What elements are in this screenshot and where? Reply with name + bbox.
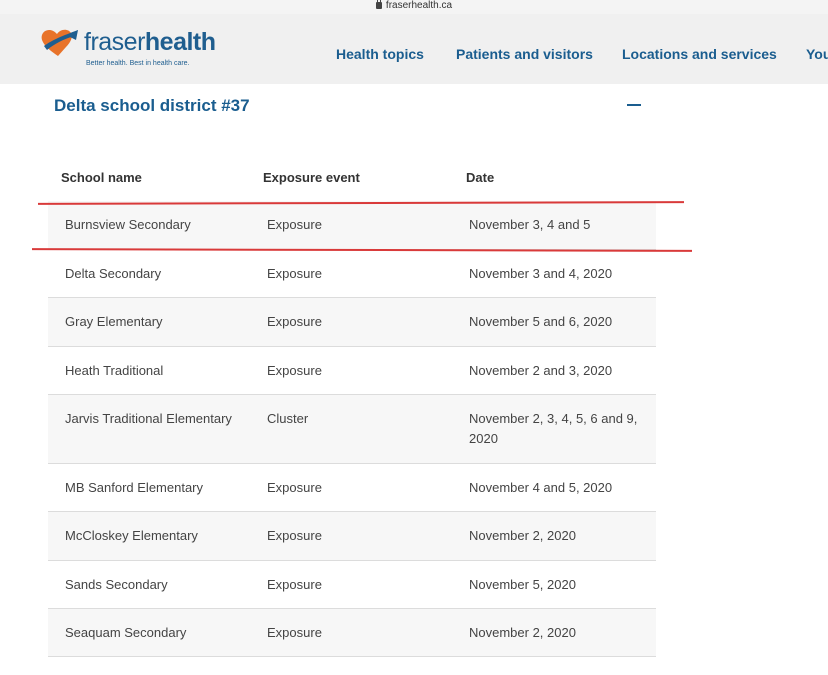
exposure-event: Cluster xyxy=(267,411,309,426)
exposure-date: November 3 and 4, 2020 xyxy=(469,266,613,281)
exposure-event: Exposure xyxy=(267,363,322,378)
table-row: Gray Elementary Exposure November 5 and … xyxy=(48,298,656,347)
school-name: MB Sanford Elementary xyxy=(65,480,204,495)
nav-you[interactable]: You xyxy=(806,46,828,62)
column-header-event: Exposure event xyxy=(263,170,360,185)
table-row: Delta Secondary Exposure November 3 and … xyxy=(48,250,656,298)
exposure-date: November 2, 3, 4, 5, 6 and 9, 2020 xyxy=(469,411,638,446)
nav-locations-services[interactable]: Locations and services xyxy=(622,46,777,62)
column-header-date: Date xyxy=(466,170,495,185)
exposure-date: November 2 and 3, 2020 xyxy=(469,363,613,378)
table-row: Sands Secondary Exposure November 5, 202… xyxy=(48,561,656,609)
exposure-event: Exposure xyxy=(267,266,322,281)
heart-logo-icon xyxy=(41,29,78,56)
exposure-event: Exposure xyxy=(267,314,322,329)
school-name: Sands Secondary xyxy=(65,577,168,592)
school-name: Delta Secondary xyxy=(65,266,162,281)
table-row: McCloskey Elementary Exposure November 2… xyxy=(48,512,656,561)
exposure-date: November 4 and 5, 2020 xyxy=(469,480,613,495)
exposure-date: November 2, 2020 xyxy=(469,625,576,640)
school-name: Seaquam Secondary xyxy=(65,625,187,640)
school-name: Jarvis Traditional Elementary xyxy=(65,411,232,426)
exposure-date: November 2, 2020 xyxy=(469,528,576,543)
exposure-event: Exposure xyxy=(267,217,322,232)
exposure-date: November 3, 4 and 5 xyxy=(469,217,591,232)
school-name: Heath Traditional xyxy=(65,363,164,378)
column-header-school: School name xyxy=(61,170,142,185)
table-row: Burnsview Secondary Exposure November 3,… xyxy=(48,201,656,250)
table-row: Seaquam Secondary Exposure November 2, 2… xyxy=(48,609,656,657)
section-title[interactable]: Delta school district #37 xyxy=(54,96,250,116)
collapse-icon[interactable] xyxy=(627,104,641,106)
school-name: Burnsview Secondary xyxy=(65,217,191,232)
school-name: McCloskey Elementary xyxy=(65,528,198,543)
logo-tagline: Better health. Best in health care. xyxy=(86,60,190,67)
url-text: fraserhealth.ca xyxy=(385,0,453,11)
school-name: Gray Elementary xyxy=(65,314,163,329)
table-row: Jarvis Traditional Elementary Cluster No… xyxy=(48,395,656,464)
exposure-date: November 5 and 6, 2020 xyxy=(469,314,613,329)
lock-icon xyxy=(375,0,382,9)
exposure-event: Exposure xyxy=(267,480,322,495)
exposure-event: Exposure xyxy=(267,528,322,543)
table-row: MB Sanford Elementary Exposure November … xyxy=(48,464,656,512)
logo-wordmark: fraserhealth xyxy=(84,28,216,56)
table-row: Heath Traditional Exposure November 2 an… xyxy=(48,347,656,395)
fraserhealth-logo[interactable]: fraserhealth Better health. Best in heal… xyxy=(38,24,216,76)
nav-patients-visitors[interactable]: Patients and visitors xyxy=(456,46,593,62)
nav-health-topics[interactable]: Health topics xyxy=(336,46,424,62)
browser-url-bar[interactable]: fraserhealth.ca xyxy=(0,0,828,14)
exposure-event: Exposure xyxy=(267,577,322,592)
site-header: fraserhealth Better health. Best in heal… xyxy=(0,14,828,84)
exposure-event: Exposure xyxy=(267,625,322,640)
exposure-date: November 5, 2020 xyxy=(469,577,576,592)
